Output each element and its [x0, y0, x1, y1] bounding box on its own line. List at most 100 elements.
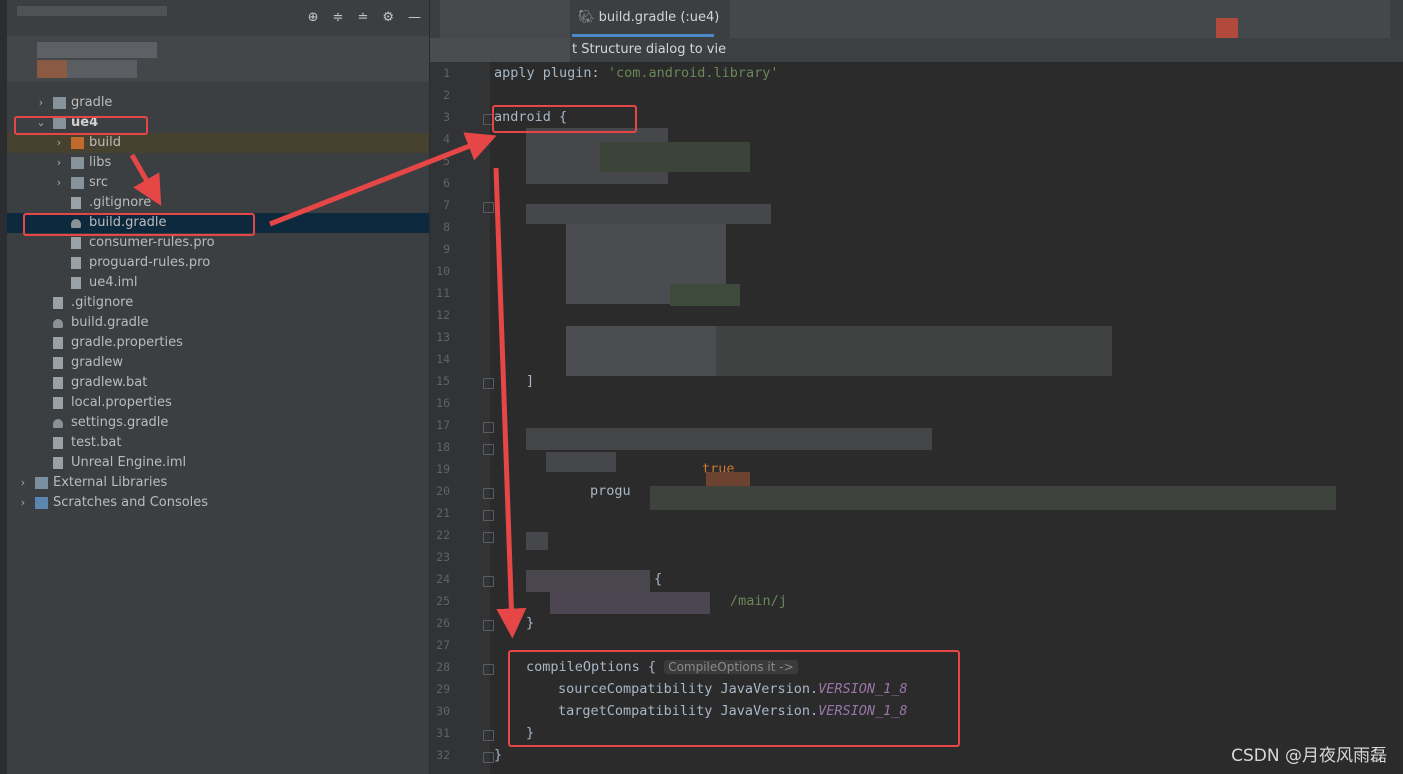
tree-item[interactable]: consumer-rules.pro	[7, 233, 429, 253]
tree-item[interactable]: build.gradle	[7, 313, 429, 333]
blurred-code	[670, 284, 740, 306]
project-tree: › gradle ⌄ ue4 › build › libs › src .gitignore buil…	[7, 93, 429, 513]
chevron-right-icon[interactable]: ›	[35, 93, 47, 113]
folder-icon	[71, 177, 84, 189]
annotation-box-compile-options	[508, 650, 960, 747]
locate-icon[interactable]: ⊕	[308, 10, 319, 25]
tree-item[interactable]: local.properties	[7, 393, 429, 413]
project-toolbar: ⊕ ≑ ≐ ⚙ —	[308, 10, 421, 25]
annotation-box-build-gradle	[23, 213, 255, 236]
tree-item[interactable]: .gitignore	[7, 193, 429, 213]
tree-item[interactable]: settings.gradle	[7, 413, 429, 433]
chevron-right-icon[interactable]: ›	[53, 153, 65, 173]
expand-all-icon[interactable]: ≑	[333, 10, 344, 25]
file-icon	[71, 277, 81, 289]
blurred-tabs	[730, 0, 1390, 38]
code-line-1: apply plugin: 'com.android.library'	[494, 65, 779, 81]
tree-item[interactable]: .gitignore	[7, 293, 429, 313]
tree-item-label: src	[89, 175, 108, 190]
gradle-icon: 🐘︎	[578, 10, 595, 25]
tree-item-label: gradle.properties	[71, 335, 183, 350]
tree-item-label: Scratches and Consoles	[53, 495, 209, 510]
tree-item[interactable]: › External Libraries	[7, 473, 429, 493]
watermark: CSDN @月夜风雨磊	[1231, 746, 1387, 766]
blurred-region	[67, 60, 137, 78]
chevron-right-icon[interactable]: ›	[17, 473, 29, 493]
blurred-code	[526, 204, 771, 224]
tree-item-label: gradlew.bat	[71, 375, 148, 390]
blurred-code	[526, 532, 548, 550]
blurred-region	[37, 60, 67, 78]
code-line-20: progu	[590, 483, 631, 499]
blurred-code	[550, 592, 710, 614]
tree-item-label: ue4.iml	[89, 275, 138, 290]
code-line-24: {	[654, 571, 663, 587]
blurred-code	[566, 326, 716, 376]
blurred-code	[546, 452, 616, 472]
folder-icon	[71, 137, 84, 149]
gear-icon[interactable]: ⚙	[382, 10, 394, 25]
tree-item[interactable]: › gradle	[7, 93, 429, 113]
annotation-box-ue4	[14, 116, 148, 135]
tab-label: build.gradle (:ue4)	[598, 10, 720, 25]
tab-build-gradle-ue4[interactable]: 🐘︎ build.gradle (:ue4)	[578, 10, 719, 25]
file-icon	[71, 197, 81, 209]
gradle-icon	[53, 319, 63, 328]
tree-item-label: Unreal Engine.iml	[71, 455, 187, 470]
editor-tab-bar: 🐘︎ build.gradle (:ue4)	[430, 0, 1403, 38]
tree-item[interactable]: › src	[7, 173, 429, 193]
blurred-code	[526, 428, 932, 450]
code-line-32: }	[494, 747, 503, 763]
gradle-icon	[53, 419, 63, 428]
chevron-right-icon[interactable]: ›	[53, 173, 65, 193]
tree-item-label: .gitignore	[89, 195, 152, 210]
tree-item[interactable]: ue4.iml	[7, 273, 429, 293]
file-icon	[53, 337, 63, 349]
tree-item-label: build.gradle	[71, 315, 149, 330]
tree-item[interactable]: gradle.properties	[7, 333, 429, 353]
tree-item-label: libs	[89, 155, 112, 170]
minimize-icon[interactable]: —	[408, 10, 421, 25]
blurred-code	[600, 142, 750, 172]
notification-banner: t Structure dialog to vie	[430, 38, 1403, 62]
folder-icon	[71, 157, 84, 169]
active-tab-indicator	[572, 34, 714, 37]
chevron-right-icon[interactable]: ›	[53, 133, 65, 153]
folder-icon	[53, 97, 66, 109]
tree-item-label: External Libraries	[53, 475, 168, 490]
file-icon	[53, 297, 63, 309]
chevron-right-icon[interactable]: ›	[17, 493, 29, 513]
blurred-code	[650, 486, 1336, 510]
file-icon	[71, 237, 81, 249]
tree-item-label: gradle	[71, 95, 113, 110]
tree-item[interactable]: › Scratches and Consoles	[7, 493, 429, 513]
tree-item[interactable]: › libs	[7, 153, 429, 173]
file-icon	[53, 377, 63, 389]
blurred-code	[526, 570, 650, 592]
code-line-15: ]	[526, 373, 535, 389]
tree-item-label: proguard-rules.pro	[89, 255, 211, 270]
tree-item-label: build	[89, 135, 121, 150]
file-icon	[53, 437, 63, 449]
collapse-all-icon[interactable]: ≐	[357, 10, 368, 25]
tree-item-label: local.properties	[71, 395, 172, 410]
tree-item-label: test.bat	[71, 435, 122, 450]
tree-item[interactable]: Unreal Engine.iml	[7, 453, 429, 473]
tree-item[interactable]: gradlew	[7, 353, 429, 373]
tree-item-label: settings.gradle	[71, 415, 169, 430]
tree-item[interactable]: proguard-rules.pro	[7, 253, 429, 273]
library-icon	[35, 477, 48, 489]
tree-item-label: consumer-rules.pro	[89, 235, 215, 250]
file-icon	[53, 397, 63, 409]
blurred-region	[37, 42, 157, 58]
tree-item[interactable]: test.bat	[7, 433, 429, 453]
blurred-tabs	[440, 0, 570, 38]
file-icon	[53, 457, 63, 469]
code-line-26: }	[526, 615, 535, 631]
tree-item[interactable]: › build	[7, 133, 429, 153]
blurred-banner	[430, 38, 570, 62]
file-icon	[53, 357, 63, 369]
tree-item[interactable]: gradlew.bat	[7, 373, 429, 393]
project-header: ⊕ ≑ ≐ ⚙ —	[7, 0, 429, 34]
tree-item-label: gradlew	[71, 355, 124, 370]
